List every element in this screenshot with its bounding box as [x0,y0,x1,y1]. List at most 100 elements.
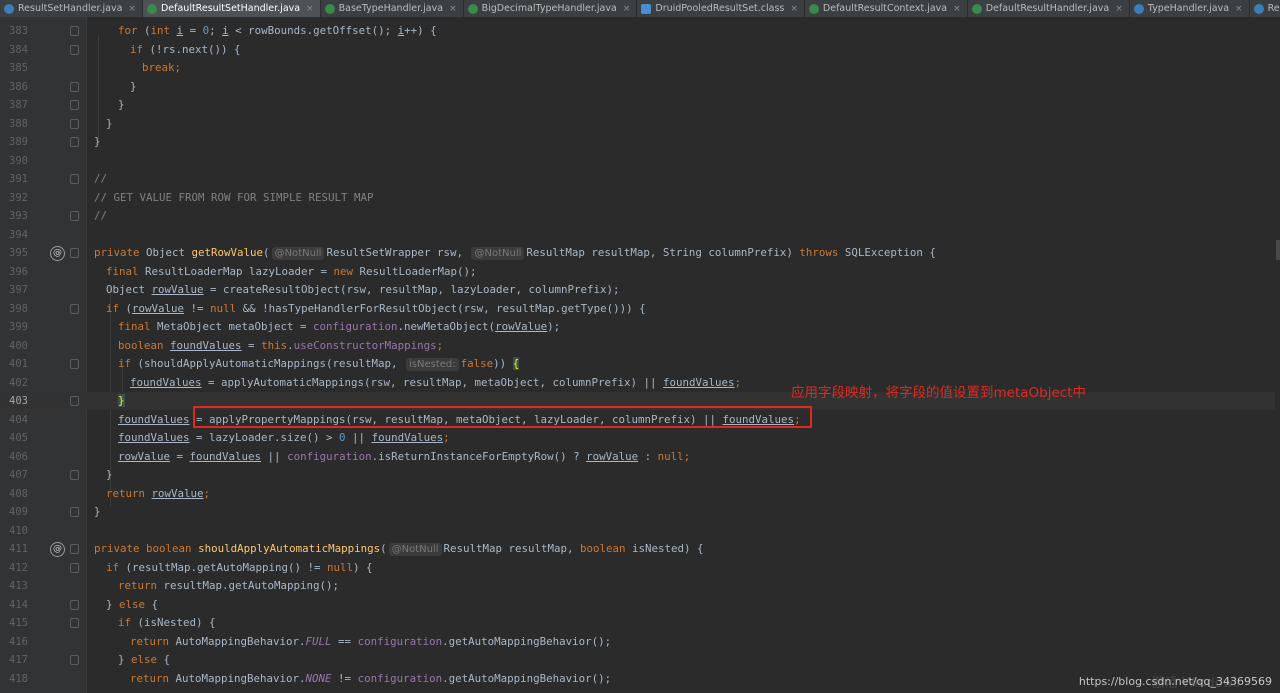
fold-icon[interactable] [70,599,79,610]
tab-typehandler[interactable]: TypeHandler.java × [1130,0,1250,17]
close-icon[interactable]: × [1235,4,1243,14]
code-line: 414 } else { [0,596,1275,614]
code-line: 387 } [0,96,1275,114]
code-line: 408 return rowValue; [0,485,1275,503]
tab-resultset[interactable]: ResultSet.java× [1250,0,1280,17]
fold-icon[interactable] [70,137,79,147]
code-line: 401 if (shouldApplyAutomaticMappings(res… [0,355,1275,373]
line-number: 403 [9,395,28,407]
line-number: 384 [9,43,28,56]
close-icon[interactable]: × [790,4,798,14]
line-number: 414 [9,598,28,611]
code-line: 388 } [0,115,1275,133]
line-number: 383 [9,25,28,37]
code-line: 400 boolean foundValues = this.useConstr… [0,337,1275,355]
fold-icon[interactable] [70,248,79,258]
line-number: 407 [9,469,28,481]
line-number: 385 [9,62,28,74]
code-text: for (int i = 0; i < rowBounds.getOffset(… [118,24,437,37]
fold-icon[interactable] [70,618,79,628]
inlay-hint: isNested: [406,358,459,371]
line-number: 398 [9,302,28,315]
close-icon[interactable]: × [623,4,631,14]
tab-label: BaseTypeHandler.java [338,3,444,14]
line-number: 393 [9,210,28,222]
inlay-hint: @NotNull [388,543,442,556]
fold-icon[interactable] [70,655,79,665]
line-number: 408 [9,487,28,500]
code-line: 412 if (resultMap.getAutoMapping() != nu… [0,559,1275,577]
tab-defaultresultcontext[interactable]: DefaultResultContext.java × [805,0,968,17]
line-number: 413 [9,580,28,592]
code-comment: // [94,209,108,222]
code-text: rowValue = foundValues || configuration.… [118,449,691,463]
fold-icon[interactable] [70,81,79,92]
fold-icon[interactable] [70,118,79,129]
close-icon[interactable]: × [1115,4,1123,14]
code-text: if (resultMap.getAutoMapping() != null) … [106,560,373,574]
code-editor[interactable]: 383 for (int i = 0; i < rowBounds.getOff… [0,17,1280,693]
code-text: return rowValue; [106,486,211,500]
line-number: 394 [9,228,28,241]
fold-icon[interactable] [70,470,79,480]
close-icon[interactable]: × [449,4,457,14]
inlay-hint: @NotNull [471,247,525,260]
fold-icon[interactable] [70,507,79,517]
fold-icon[interactable] [70,396,79,406]
tab-druidpooledresultset[interactable]: DruidPooledResultSet.class × [637,0,805,17]
tab-bigdecimaltypehandler[interactable]: BigDecimalTypeHandler.java × [464,0,638,17]
code-line: 384 if (!rs.next()) { [0,41,1275,59]
fold-icon[interactable] [70,100,79,110]
code-text: final ResultLoaderMap lazyLoader = new R… [106,264,477,278]
tab-basetypehandler[interactable]: BaseTypeHandler.java × [321,0,464,17]
code-text: if (!rs.next()) { [130,42,241,56]
tab-defaultresulthandler[interactable]: DefaultResultHandler.java × [968,0,1130,17]
line-number: 395 [9,247,28,259]
fold-icon[interactable] [70,359,79,369]
tab-label: DruidPooledResultSet.class [655,3,785,14]
line-number: 402 [9,376,28,389]
tab-label: ResultSet.java [1267,3,1280,14]
fold-icon[interactable] [70,26,79,36]
fold-icon[interactable] [70,211,79,221]
code-line: 390 [0,152,1275,170]
class-icon [324,3,335,14]
code-line: 417 } else { [0,651,1275,669]
tab-label: DefaultResultHandler.java [985,3,1110,14]
code-text: private Object getRowValue(@NotNull Resul… [94,246,936,260]
code-text: private boolean shouldApplyAutomaticMapp… [94,542,704,556]
override-marker-icon[interactable]: @ [50,542,65,557]
code-text: } [130,79,137,93]
line-number: 387 [9,99,28,111]
tab-resultsethandler[interactable]: ResultSetHandler.java × [0,0,143,17]
code-text: } [118,394,125,407]
scrollbar-thumb[interactable] [1276,240,1280,260]
code-text: } [94,505,101,518]
override-marker-icon[interactable]: @ [50,246,65,261]
code-text: final MetaObject metaObject = configurat… [118,320,561,333]
class-icon [146,3,157,14]
fold-icon[interactable] [70,303,79,314]
code-line: 411 @ private boolean shouldApplyAutomati… [0,540,1275,558]
line-number: 390 [9,154,28,167]
line-number: 405 [9,432,28,444]
code-line: 395 @ private Object getRowValue(@NotNull… [0,244,1275,262]
code-line: 415 if (isNested) { [0,614,1275,632]
code-line: 405 foundValues = lazyLoader.size() > 0 … [0,429,1275,447]
annotation-label: 应用字段映射，将字段的值设置到metaObject中 [791,385,1086,401]
fold-icon[interactable] [70,562,79,573]
fold-icon[interactable] [70,44,79,55]
fold-icon[interactable] [70,174,79,184]
code-line: 393 // [0,207,1275,225]
line-number: 418 [9,672,28,685]
interface-icon [1133,3,1144,14]
fold-icon[interactable] [70,544,79,554]
tab-defaultresultsethandler[interactable]: DefaultResultSetHandler.java × [142,0,321,17]
code-text: } [118,98,125,111]
code-line: 383 for (int i = 0; i < rowBounds.getOff… [0,22,1275,40]
close-icon[interactable]: × [128,4,136,14]
close-icon[interactable]: × [306,4,314,14]
line-number: 417 [9,654,28,666]
line-number: 415 [9,617,28,629]
close-icon[interactable]: × [953,4,961,14]
